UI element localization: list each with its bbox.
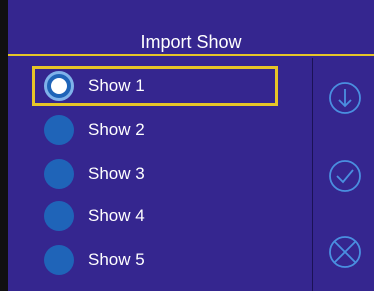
radio-button[interactable] (44, 245, 74, 275)
screen: Import Show Show 1 Show 2 Show 3 Show 4 … (0, 0, 374, 291)
radio-button-selected[interactable] (44, 71, 74, 101)
cancel-button[interactable] (327, 234, 363, 270)
show-list: Show 1 Show 2 Show 3 Show 4 Show 5 (8, 58, 312, 291)
check-icon (329, 160, 361, 192)
show-item-3[interactable]: Show 3 (32, 154, 278, 194)
page-title: Import Show (140, 31, 242, 52)
radio-button[interactable] (44, 201, 74, 231)
cancel-icon (329, 236, 361, 268)
show-item-label: Show 4 (88, 206, 145, 225)
radio-button[interactable] (44, 159, 74, 189)
show-item-1[interactable]: Show 1 (32, 66, 278, 106)
show-item-label: Show 3 (88, 164, 145, 183)
radio-dot (51, 78, 67, 94)
action-sidebar (312, 58, 374, 291)
title-bar: Import Show (8, 26, 374, 56)
download-button[interactable] (327, 80, 363, 116)
show-item-label: Show 2 (88, 120, 145, 139)
show-item-5[interactable]: Show 5 (32, 240, 278, 280)
show-item-4[interactable]: Show 4 (32, 196, 278, 236)
show-item-2[interactable]: Show 2 (32, 110, 278, 150)
show-item-label: Show 1 (88, 76, 145, 95)
download-icon (329, 82, 361, 114)
show-item-label: Show 5 (88, 250, 145, 269)
confirm-button[interactable] (327, 158, 363, 194)
radio-button[interactable] (44, 115, 74, 145)
